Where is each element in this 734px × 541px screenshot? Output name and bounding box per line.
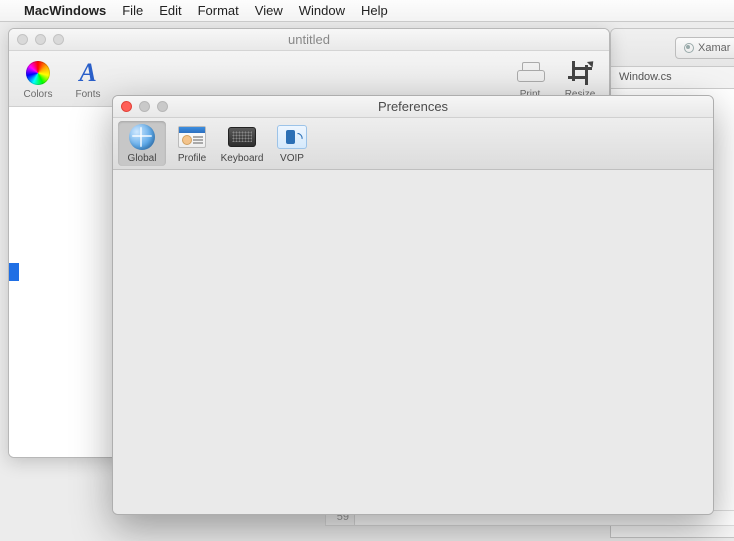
editor-title: untitled — [9, 32, 609, 47]
menu-edit[interactable]: Edit — [159, 3, 181, 18]
ide-file-tab[interactable]: Window.cs — [611, 67, 734, 89]
preferences-window: Preferences Global Profile Keyboard VOIP — [112, 95, 714, 515]
resize-tool[interactable]: Resize — [561, 58, 599, 100]
xamarin-button[interactable]: Xamar — [675, 37, 734, 59]
tab-global[interactable]: Global — [118, 121, 166, 166]
tab-voip[interactable]: VOIP — [268, 121, 316, 166]
traffic-lights[interactable] — [17, 34, 64, 45]
fonts-label: Fonts — [75, 89, 100, 100]
selection-marker — [9, 263, 19, 281]
fonts-tool[interactable]: A Fonts — [69, 58, 107, 100]
voip-icon — [277, 125, 307, 149]
tab-keyboard[interactable]: Keyboard — [218, 121, 266, 166]
zoom-button[interactable] — [157, 101, 168, 112]
menu-app[interactable]: MacWindows — [24, 3, 106, 18]
tab-keyboard-label: Keyboard — [221, 153, 264, 164]
color-wheel-icon — [26, 61, 50, 85]
profile-card-icon — [178, 126, 206, 148]
print-tool[interactable]: Print — [511, 58, 549, 100]
preferences-titlebar[interactable]: Preferences — [113, 96, 713, 118]
editor-titlebar[interactable]: untitled — [9, 29, 609, 51]
preferences-content — [113, 170, 713, 514]
crop-icon — [568, 61, 592, 85]
xamarin-icon — [684, 43, 694, 53]
colors-tool[interactable]: Colors — [19, 58, 57, 100]
zoom-button[interactable] — [53, 34, 64, 45]
tab-profile[interactable]: Profile — [168, 121, 216, 166]
traffic-lights[interactable] — [121, 101, 168, 112]
preferences-toolbar: Global Profile Keyboard VOIP — [113, 118, 713, 170]
close-button[interactable] — [17, 34, 28, 45]
tab-voip-label: VOIP — [280, 153, 304, 164]
globe-icon — [129, 124, 155, 150]
close-button[interactable] — [121, 101, 132, 112]
printer-icon — [517, 62, 543, 84]
keyboard-icon — [228, 127, 256, 147]
menu-format[interactable]: Format — [198, 3, 239, 18]
preferences-title: Preferences — [113, 99, 713, 114]
tab-profile-label: Profile — [178, 153, 206, 164]
tab-global-label: Global — [128, 153, 157, 164]
menu-window[interactable]: Window — [299, 3, 345, 18]
menu-file[interactable]: File — [122, 3, 143, 18]
system-menubar: MacWindows File Edit Format View Window … — [0, 0, 734, 22]
colors-label: Colors — [24, 89, 53, 100]
xamarin-label: Xamar — [698, 42, 730, 54]
minimize-button[interactable] — [35, 34, 46, 45]
ide-toolbar: Xamar — [611, 29, 734, 67]
menu-help[interactable]: Help — [361, 3, 388, 18]
minimize-button[interactable] — [139, 101, 150, 112]
font-icon: A — [79, 62, 96, 84]
editor-gutter — [9, 107, 19, 457]
menu-view[interactable]: View — [255, 3, 283, 18]
